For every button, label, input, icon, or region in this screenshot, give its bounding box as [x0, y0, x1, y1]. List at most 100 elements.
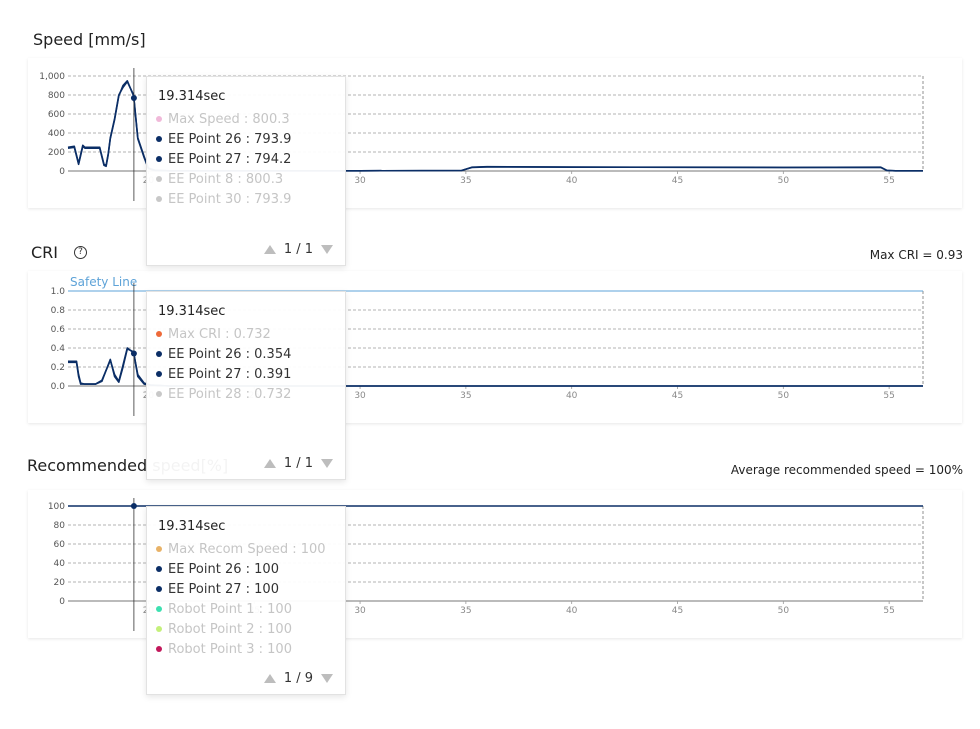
cursor-point [130, 503, 137, 509]
x-tick-label: 40 [566, 176, 578, 186]
tooltip-page: 1 / 1 [283, 242, 313, 257]
series-dot-icon [156, 545, 162, 552]
y-tick-label: 800 [48, 91, 65, 101]
y-tick-label: 40 [54, 559, 66, 569]
series-dot-icon [156, 115, 162, 122]
series-dot-icon [156, 390, 162, 397]
x-tick-label: 45 [672, 391, 683, 401]
tooltip-item: EE Point 26 : 0.354 [156, 346, 291, 364]
y-tick-label: 0.4 [51, 344, 66, 354]
y-tick-label: 80 [54, 521, 66, 531]
safety-line-label: Safety Line [70, 275, 137, 289]
tooltip-page: 1 / 1 [283, 456, 313, 471]
y-tick-label: 0 [59, 167, 65, 177]
series-dot-icon [156, 195, 162, 202]
y-tick-label: 60 [54, 540, 66, 550]
x-tick-label: 45 [672, 606, 683, 616]
page-up-icon[interactable] [263, 245, 276, 254]
series-dot-icon [156, 585, 162, 592]
tooltip-item: EE Point 28 : 0.732 [156, 386, 291, 404]
tooltip-page: 1 / 9 [283, 671, 313, 686]
average-recommended-note: Average recommended speed = 100% [730, 463, 963, 477]
x-tick-label: 35 [460, 176, 471, 186]
x-tick-label: 50 [778, 391, 790, 401]
y-tick-label: 600 [48, 110, 65, 120]
tooltip-item-label: EE Point 26 : 0.354 [168, 347, 292, 362]
series-dot-icon [156, 370, 162, 377]
tooltip-item-label: Robot Point 3 : 100 [168, 642, 292, 657]
cursor-point [130, 94, 137, 101]
x-tick-label: 40 [566, 606, 578, 616]
page-down-icon[interactable] [321, 459, 333, 468]
speed-title: Speed [mm/s] [33, 30, 146, 49]
y-tick-label: 0.2 [51, 363, 65, 373]
x-tick-label: 55 [883, 606, 894, 616]
tooltip-item-label: EE Point 26 : 793.9 [168, 132, 292, 147]
tooltip-time: 19.314sec [158, 89, 226, 104]
tooltip-pager: 1 / 9 [263, 671, 333, 686]
series-dot-icon [156, 330, 162, 337]
tooltip-pager: 1 / 1 [263, 456, 333, 471]
tooltip-item-label: Max Speed : 800.3 [168, 112, 290, 127]
series-dot-icon [156, 565, 162, 572]
tooltip-item: EE Point 27 : 794.2 [156, 151, 291, 169]
series-dot-icon [156, 645, 162, 652]
question-circle-icon[interactable]: ? [74, 246, 87, 259]
max-cri-note: Max CRI = 0.93 [869, 248, 963, 262]
tooltip-item: Max CRI : 0.732 [156, 326, 271, 344]
y-tick-label: 20 [54, 578, 66, 588]
page-down-icon[interactable] [321, 674, 333, 683]
tooltip-item-label: EE Point 30 : 793.9 [168, 192, 292, 207]
speed-tooltip: 19.314sec Max Speed : 800.3 EE Point 26 :… [146, 76, 346, 266]
x-tick-label: 50 [778, 176, 790, 186]
tooltip-item: EE Point 26 : 793.9 [156, 131, 291, 149]
series-dot-icon [156, 605, 162, 612]
cursor-point [130, 350, 137, 357]
tooltip-item-label: Robot Point 2 : 100 [168, 622, 292, 637]
tooltip-item: EE Point 8 : 800.3 [156, 171, 283, 189]
y-tick-label: 1.0 [51, 287, 66, 297]
tooltip-item-label: EE Point 28 : 0.732 [168, 387, 292, 402]
tooltip-item-label: Max CRI : 0.732 [168, 327, 271, 342]
x-tick-label: 35 [460, 606, 471, 616]
tooltip-item: Max Recom Speed : 100 [156, 541, 326, 559]
x-tick-label: 30 [354, 606, 366, 616]
y-tick-label: 100 [48, 502, 65, 512]
tooltip-item-label: EE Point 26 : 100 [168, 562, 279, 577]
tooltip-item: Robot Point 3 : 100 [156, 641, 292, 659]
tooltip-item: EE Point 27 : 100 [156, 581, 279, 599]
x-tick-label: 55 [883, 176, 894, 186]
tooltip-item-label: Robot Point 1 : 100 [168, 602, 292, 617]
page-up-icon[interactable] [263, 674, 276, 683]
x-tick-label: 40 [566, 391, 578, 401]
tooltip-item: Max Speed : 800.3 [156, 111, 290, 129]
series-dot-icon [156, 155, 162, 162]
x-tick-label: 30 [354, 176, 366, 186]
page-up-icon[interactable] [263, 459, 276, 468]
cri-title: CRI [31, 243, 59, 262]
tooltip-item-label: EE Point 27 : 100 [168, 582, 279, 597]
x-tick-label: 35 [460, 391, 471, 401]
tooltip-item: EE Point 27 : 0.391 [156, 366, 291, 384]
y-tick-label: 0.0 [51, 382, 66, 392]
x-tick-label: 50 [778, 606, 790, 616]
tooltip-item-label: EE Point 27 : 794.2 [168, 152, 292, 167]
x-tick-label: 55 [883, 391, 894, 401]
tooltip-time: 19.314sec [158, 304, 226, 319]
y-tick-label: 200 [48, 148, 65, 158]
series-dot-icon [156, 175, 162, 182]
page-down-icon[interactable] [321, 245, 333, 254]
series-dot-icon [156, 350, 162, 357]
tooltip-pager: 1 / 1 [263, 242, 333, 257]
series-dot-icon [156, 135, 162, 142]
cri-tooltip: 19.314sec Max CRI : 0.732 EE Point 26 : 0… [146, 291, 346, 480]
recommended-tooltip: 19.314sec Max Recom Speed : 100 EE Point … [146, 506, 346, 695]
tooltip-item: Robot Point 1 : 100 [156, 601, 292, 619]
tooltip-item: EE Point 30 : 793.9 [156, 191, 291, 209]
series-dot-icon [156, 625, 162, 632]
tooltip-item-label: EE Point 8 : 800.3 [168, 172, 284, 187]
y-tick-label: 1,000 [39, 72, 65, 82]
tooltip-item: EE Point 26 : 100 [156, 561, 279, 579]
y-tick-label: 0 [59, 597, 65, 607]
y-tick-label: 400 [48, 129, 65, 139]
